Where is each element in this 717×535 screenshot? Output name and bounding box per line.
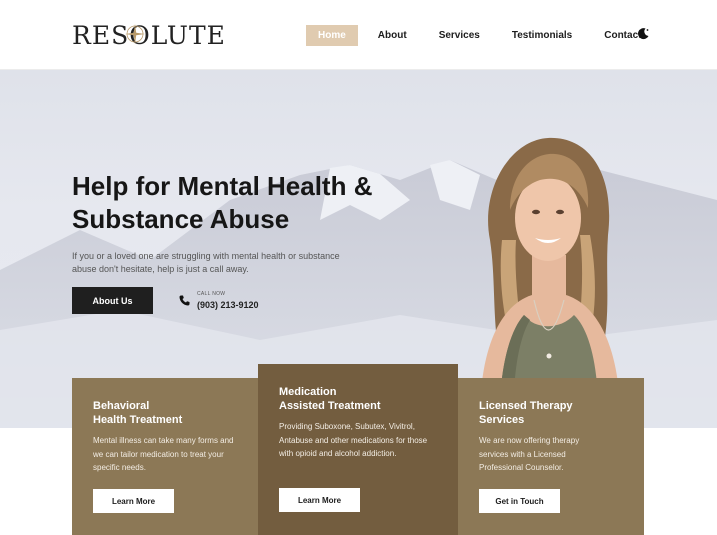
phone-icon[interactable] — [179, 295, 190, 306]
service-card-therapy: Licensed Therapy Services We are now off… — [458, 378, 644, 535]
card-title: Licensed Therapy Services — [479, 400, 573, 426]
card-description: We are now offering therapy services wit… — [479, 436, 580, 472]
site-header: RESOLUTE Home About Services Testimonial… — [0, 0, 717, 70]
card-title: Behavioral Health Treatment — [93, 400, 183, 426]
nav-about[interactable]: About — [366, 25, 419, 46]
hero-subtitle: If you or a loved one are struggling wit… — [72, 251, 340, 274]
get-in-touch-button[interactable]: Get in Touch — [479, 489, 560, 513]
learn-more-button[interactable]: Learn More — [279, 488, 360, 512]
card-description: Mental illness can take many forms and w… — [93, 436, 234, 472]
card-title: Medication Assisted Treatment — [279, 386, 381, 412]
nav-services[interactable]: Services — [427, 25, 492, 46]
moon-icon[interactable] — [636, 27, 650, 41]
main-nav: Home About Services Testimonials Contact — [306, 25, 661, 46]
logo[interactable]: RESOLUTE — [72, 19, 226, 51]
compass-star-icon — [125, 24, 145, 44]
logo-text: RESOLUTE — [72, 20, 226, 50]
hero-title: Help for Mental Health & Substance Abuse — [72, 171, 373, 234]
phone-number[interactable]: (903) 213-9120 — [197, 300, 259, 310]
about-us-button[interactable]: About Us — [72, 287, 153, 314]
service-card-medication: Medication Assisted Treatment Providing … — [258, 364, 458, 535]
card-description: Providing Suboxone, Subutex, Vivitrol, A… — [279, 422, 428, 458]
nav-testimonials[interactable]: Testimonials — [500, 25, 584, 46]
call-now-label: CALL NOW — [197, 291, 226, 297]
learn-more-button[interactable]: Learn More — [93, 489, 174, 513]
nav-home[interactable]: Home — [306, 25, 358, 46]
service-card-behavioral: Behavioral Health Treatment Mental illne… — [72, 378, 258, 535]
